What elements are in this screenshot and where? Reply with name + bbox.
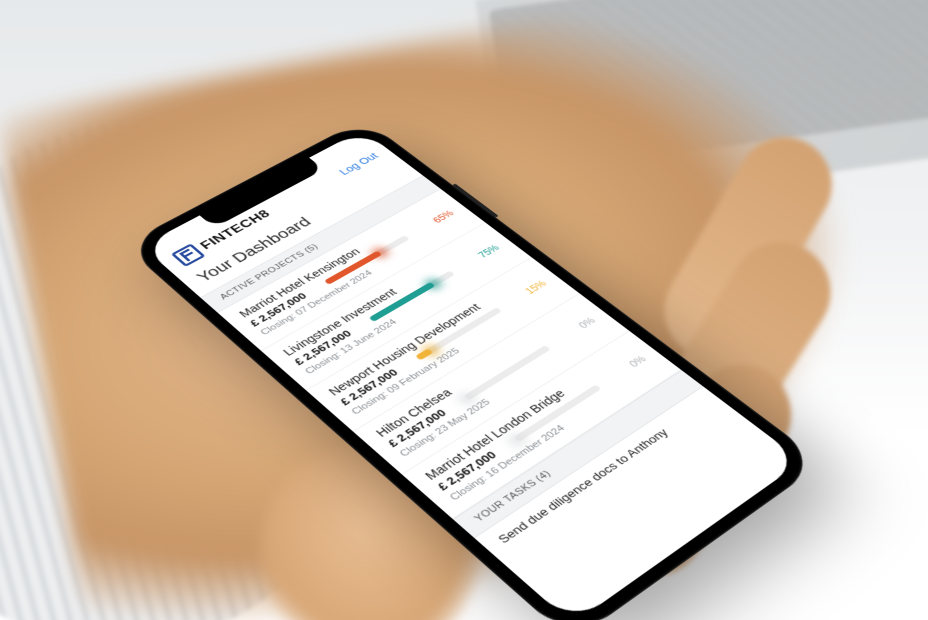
project-name: Marriot Hotel London Bridge [422, 344, 637, 483]
project-closing-date: Closing: 16 December 2024 [448, 364, 661, 503]
task-row[interactable]: Send due diligence docs to Anthony [475, 387, 730, 561]
project-amount: £ 2,567,000 [385, 407, 449, 449]
project-percent: 0% [614, 354, 648, 377]
brand-logo-icon [171, 243, 206, 267]
project-progress-bar[interactable] [463, 345, 550, 400]
project-progress-bar[interactable] [513, 384, 601, 441]
section-header-your-tasks: YOUR TASKS (4) [453, 370, 703, 538]
task-title: Send due diligence docs to Anthony [495, 426, 671, 545]
project-amount: £ 2,567,000 [337, 367, 400, 408]
project-row[interactable]: Marriot Hotel London Bridge£ 2,567,000 0%… [402, 331, 681, 519]
project-amount: £ 2,567,000 [435, 449, 500, 493]
logout-link[interactable]: Log Out [336, 151, 380, 177]
